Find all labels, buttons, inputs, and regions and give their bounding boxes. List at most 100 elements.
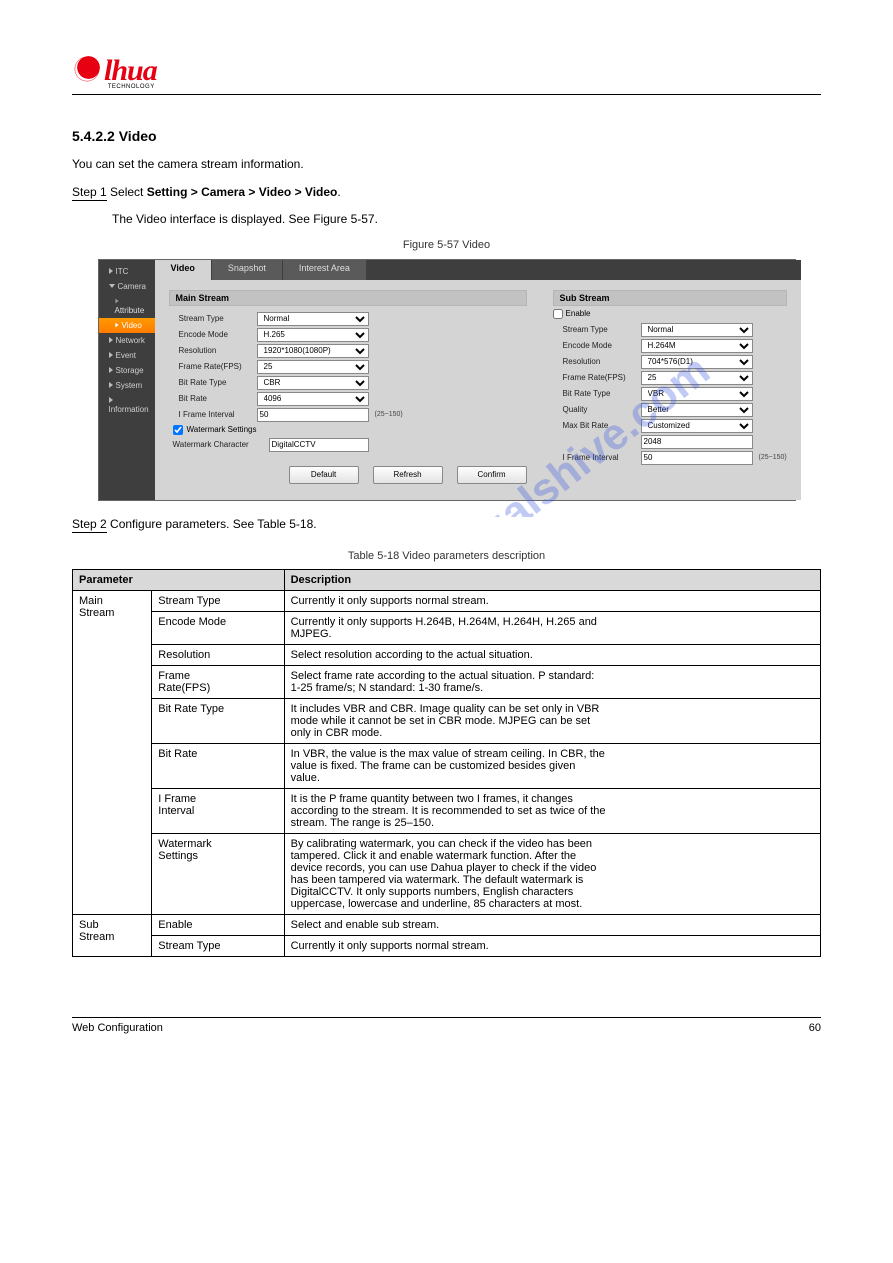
watermark-char-input[interactable] <box>269 438 369 452</box>
step-2-label: Step 2 <box>72 517 107 533</box>
refresh-button[interactable]: Refresh <box>373 466 443 484</box>
main-brtype-select[interactable]: CBR <box>257 376 369 390</box>
main-encode-select[interactable]: H.265 <box>257 328 369 342</box>
step-2: Step 2 Configure parameters. See Table 5… <box>72 515 821 534</box>
row-resolution-d: Select resolution according to the actua… <box>284 645 820 666</box>
video-config-screenshot: manualshive.com ITC Camera Attribute Vid… <box>98 259 796 501</box>
row-fps-p: Frame Rate(FPS) <box>152 666 284 699</box>
row-brtype-d: It includes VBR and CBR. Image quality c… <box>284 699 820 744</box>
main-stream-type-label: Stream Type <box>169 314 257 323</box>
main-encode-label: Encode Mode <box>169 330 257 339</box>
row-fps-d: Select frame rate according to the actua… <box>284 666 820 699</box>
watermark-checkbox[interactable] <box>173 425 183 435</box>
row-encode-d: Currently it only supports H.264B, H.264… <box>284 612 820 645</box>
tab-interest-area[interactable]: Interest Area <box>283 260 366 280</box>
sidebar-item-information[interactable]: Information <box>99 393 155 417</box>
main-resolution-select[interactable]: 1920*1080(1080P) <box>257 344 369 358</box>
sub-encode-label: Encode Mode <box>553 341 641 350</box>
group-main-stream: Main Stream <box>73 591 152 915</box>
sub-stream-type-label: Stream Type <box>553 325 641 334</box>
tab-snapshot[interactable]: Snapshot <box>212 260 282 280</box>
sidebar-item-camera[interactable]: Camera <box>99 279 155 294</box>
confirm-button[interactable]: Confirm <box>457 466 527 484</box>
main-bitrate-select[interactable]: 4096 <box>257 392 369 406</box>
logo: lhua TECHNOLOGY <box>72 50 157 90</box>
row-bitrate-p: Bit Rate <box>152 744 284 789</box>
intro-text: You can set the camera stream informatio… <box>72 155 821 174</box>
config-tabs: Video Snapshot Interest Area <box>155 260 801 280</box>
interface-text: The Video interface is displayed. See Fi… <box>72 210 821 229</box>
group-sub-stream: Sub Stream <box>73 915 152 957</box>
logo-text: lhua <box>104 54 157 87</box>
section-number: 5.4.2.2 <box>72 128 115 144</box>
figure-caption: Figure 5-57 Video <box>72 237 821 255</box>
sidebar-item-network[interactable]: Network <box>99 333 155 348</box>
main-stream-column: Main Stream Stream Type Normal Encode Mo… <box>169 290 527 484</box>
table-caption: Table 5-18 Video parameters description <box>72 548 821 566</box>
logo-burst-icon <box>72 54 102 84</box>
row-enable-p: Enable <box>152 915 284 936</box>
row-watermark-d: By calibrating watermark, you can check … <box>284 834 820 915</box>
section-heading: 5.4.2.2 Video <box>72 125 821 147</box>
row-sub-stream-type-p: Stream Type <box>152 936 284 957</box>
sub-fps-select[interactable]: 25 <box>641 371 753 385</box>
watermark-checkbox-label: Watermark Settings <box>187 425 257 434</box>
sub-stream-column: Sub Stream Enable Stream Type Normal Enc… <box>553 290 787 484</box>
default-button[interactable]: Default <box>289 466 359 484</box>
sub-enable-label: Enable <box>566 309 591 318</box>
sub-quality-label: Quality <box>553 405 641 414</box>
row-sub-stream-type-d: Currently it only supports normal stream… <box>284 936 820 957</box>
row-brtype-p: Bit Rate Type <box>152 699 284 744</box>
sidebar-item-attribute[interactable]: Attribute <box>99 294 155 318</box>
section-title: Video <box>119 128 157 144</box>
main-resolution-label: Resolution <box>169 346 257 355</box>
step-2-block: Step 2 Configure parameters. See Table 5… <box>72 515 821 566</box>
row-stream-type-p: Stream Type <box>152 591 284 612</box>
sub-encode-select[interactable]: H.264M <box>641 339 753 353</box>
sub-fps-label: Frame Rate(FPS) <box>553 373 641 382</box>
th-description: Description <box>284 570 820 591</box>
config-sidebar: ITC Camera Attribute Video Network Event… <box>99 260 155 500</box>
row-ifi-d: It is the P frame quantity between two I… <box>284 789 820 834</box>
sidebar-item-storage[interactable]: Storage <box>99 363 155 378</box>
tab-video[interactable]: Video <box>155 260 211 280</box>
sub-brtype-select[interactable]: VBR <box>641 387 753 401</box>
sub-quality-select[interactable]: Better <box>641 403 753 417</box>
sidebar-item-system[interactable]: System <box>99 378 155 393</box>
main-fps-label: Frame Rate(FPS) <box>169 362 257 371</box>
row-watermark-p: Watermark Settings <box>152 834 284 915</box>
step-1: Step 1 Select Setting > Camera > Video >… <box>72 183 821 202</box>
config-panel: Main Stream Stream Type Normal Encode Mo… <box>155 280 801 500</box>
sub-enable-checkbox[interactable] <box>553 309 563 319</box>
watermark-char-label: Watermark Character <box>169 440 269 449</box>
row-resolution-p: Resolution <box>152 645 284 666</box>
main-stream-header: Main Stream <box>169 290 527 306</box>
document-body: 5.4.2.2 Video You can set the camera str… <box>72 125 821 255</box>
sub-stream-type-select[interactable]: Normal <box>641 323 753 337</box>
footer-left: Web Configuration <box>72 1022 163 1034</box>
main-stream-type-select[interactable]: Normal <box>257 312 369 326</box>
sub-maxbr-value-input[interactable] <box>641 435 753 449</box>
main-fps-select[interactable]: 25 <box>257 360 369 374</box>
parameter-table: Parameter Description Main Stream Stream… <box>72 569 821 957</box>
sidebar-item-event[interactable]: Event <box>99 348 155 363</box>
sub-brtype-label: Bit Rate Type <box>553 389 641 398</box>
step-1-label: Step 1 <box>72 185 107 201</box>
main-ifi-input[interactable] <box>257 408 369 422</box>
main-brtype-label: Bit Rate Type <box>169 378 257 387</box>
row-bitrate-d: In VBR, the value is the max value of st… <box>284 744 820 789</box>
th-parameter: Parameter <box>73 570 285 591</box>
page-footer: Web Configuration 60 <box>72 1017 821 1034</box>
sub-maxbr-select[interactable]: Customized <box>641 419 753 433</box>
sub-ifi-input[interactable] <box>641 451 753 465</box>
sidebar-item-itc[interactable]: ITC <box>99 264 155 279</box>
page-header: lhua TECHNOLOGY <box>72 50 821 95</box>
sub-ifi-hint: (25~150) <box>759 454 787 461</box>
sidebar-item-video[interactable]: Video <box>99 318 155 333</box>
config-main: Video Snapshot Interest Area Main Stream… <box>155 260 801 500</box>
sub-resolution-label: Resolution <box>553 357 641 366</box>
sub-maxbr-label: Max Bit Rate <box>553 421 641 430</box>
row-enable-d: Select and enable sub stream. <box>284 915 820 936</box>
sub-resolution-select[interactable]: 704*576(D1) <box>641 355 753 369</box>
footer-page-number: 60 <box>809 1022 821 1034</box>
